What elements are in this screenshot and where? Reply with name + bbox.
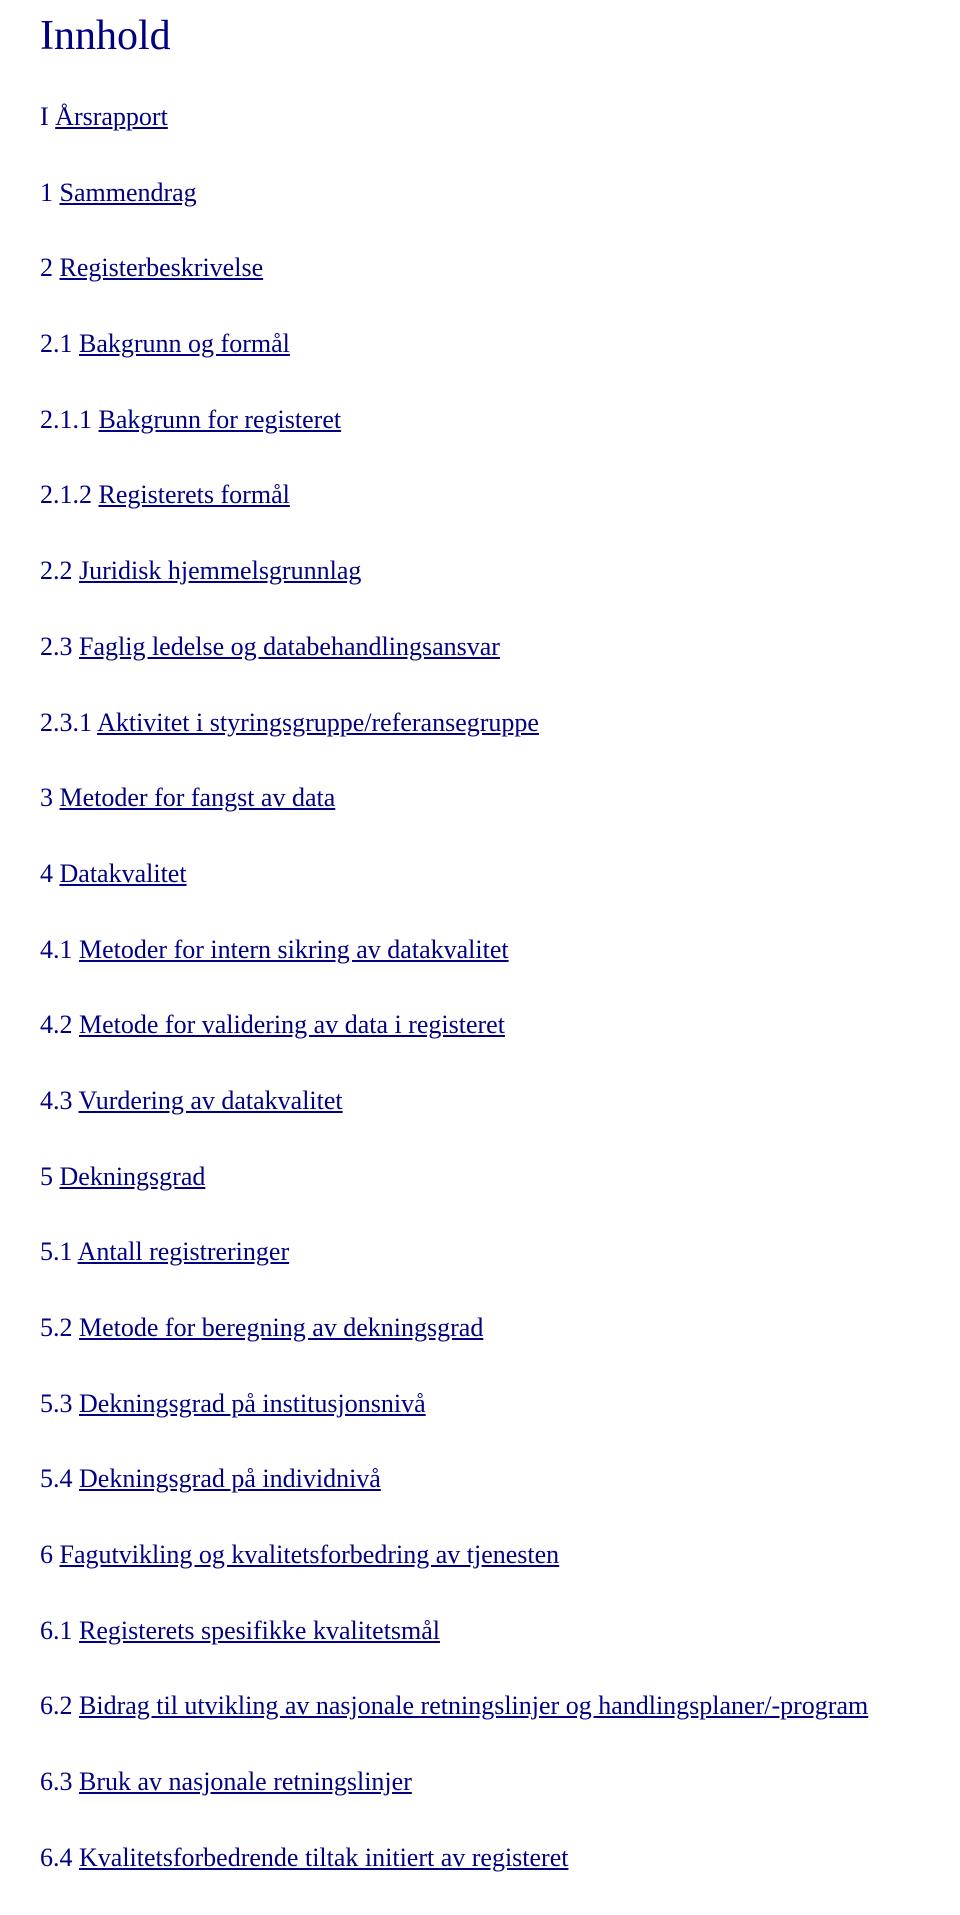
toc-link-dekningsgrad-institusjon[interactable]: Dekningsgrad på institusjonsnivå (79, 1389, 426, 1418)
toc-prefix: 5.3 (40, 1389, 73, 1418)
toc-prefix: 4.3 (40, 1086, 73, 1115)
toc-link-vurdering-datakvalitet[interactable]: Vurdering av datakvalitet (79, 1086, 343, 1115)
toc-prefix: 5.1 (40, 1237, 73, 1266)
toc-link-bruk-retningslinjer[interactable]: Bruk av nasjonale retningslinjer (79, 1767, 412, 1796)
toc-link-registerets-formal[interactable]: Registerets formål (99, 480, 290, 509)
toc-link-metoder-fangst[interactable]: Metoder for fangst av data (60, 783, 336, 812)
toc-link-validering-data[interactable]: Metode for validering av data i register… (79, 1010, 505, 1039)
toc-prefix: 4.1 (40, 935, 73, 964)
toc-prefix: 2 (40, 253, 53, 282)
toc-prefix: 4 (40, 859, 53, 888)
toc-link-dekningsgrad[interactable]: Dekningsgrad (60, 1162, 206, 1191)
toc-prefix: 2.3 (40, 632, 73, 661)
toc-link-datakvalitet[interactable]: Datakvalitet (60, 859, 187, 888)
toc-prefix: 3 (40, 783, 53, 812)
toc-link-kvalitetsforbedrende-tiltak[interactable]: Kvalitetsforbedrende tiltak initiert av … (79, 1843, 568, 1872)
toc-prefix: 6 (40, 1540, 53, 1569)
toc-prefix: 6.4 (40, 1843, 73, 1872)
toc-prefix: 2.1.1 (40, 405, 92, 434)
toc-link-beregning-dekningsgrad[interactable]: Metode for beregning av dekningsgrad (79, 1313, 483, 1342)
toc-link-bakgrunn-og-formal[interactable]: Bakgrunn og formål (79, 329, 290, 358)
toc-prefix: 6.3 (40, 1767, 73, 1796)
toc-prefix: 2.3.1 (40, 708, 92, 737)
toc-prefix: 1 (40, 178, 53, 207)
toc-link-bakgrunn-for-registeret[interactable]: Bakgrunn for registeret (99, 405, 342, 434)
toc-prefix: 5.4 (40, 1464, 73, 1493)
toc-link-intern-sikring[interactable]: Metoder for intern sikring av datakvalit… (79, 935, 509, 964)
toc-link-juridisk-hjemmelsgrunnlag[interactable]: Juridisk hjemmelsgrunnlag (79, 556, 361, 585)
toc-link-dekningsgrad-individ[interactable]: Dekningsgrad på individnivå (79, 1464, 381, 1493)
toc-link-fagutvikling[interactable]: Fagutvikling og kvalitetsforbedring av t… (60, 1540, 560, 1569)
toc-link-registerbeskrivelse[interactable]: Registerbeskrivelse (60, 253, 264, 282)
toc-prefix: I (40, 102, 49, 131)
page-title: Innhold (40, 12, 920, 60)
toc-prefix: 6.1 (40, 1616, 73, 1645)
toc-link-aktivitet-styringsgruppe[interactable]: Aktivitet i styringsgruppe/referansegrup… (97, 708, 539, 737)
toc-prefix: 6.2 (40, 1691, 73, 1720)
toc-prefix: 4.2 (40, 1010, 73, 1039)
toc-link-faglig-ledelse[interactable]: Faglig ledelse og databehandlingsansvar (79, 632, 500, 661)
toc-link-bidrag-retningslinjer[interactable]: Bidrag til utvikling av nasjonale retnin… (79, 1691, 868, 1720)
toc-link-antall-registreringer[interactable]: Antall registreringer (78, 1237, 290, 1266)
toc-link-arsrapport[interactable]: Årsrapport (55, 102, 168, 131)
toc-link-kvalitetsmal[interactable]: Registerets spesifikke kvalitetsmål (79, 1616, 440, 1645)
toc-link-sammendrag[interactable]: Sammendrag (60, 178, 197, 207)
toc-prefix: 2.1.2 (40, 480, 92, 509)
toc-prefix: 5.2 (40, 1313, 73, 1342)
toc-prefix: 2.2 (40, 556, 73, 585)
toc-prefix: 2.1 (40, 329, 73, 358)
toc-prefix: 5 (40, 1162, 53, 1191)
